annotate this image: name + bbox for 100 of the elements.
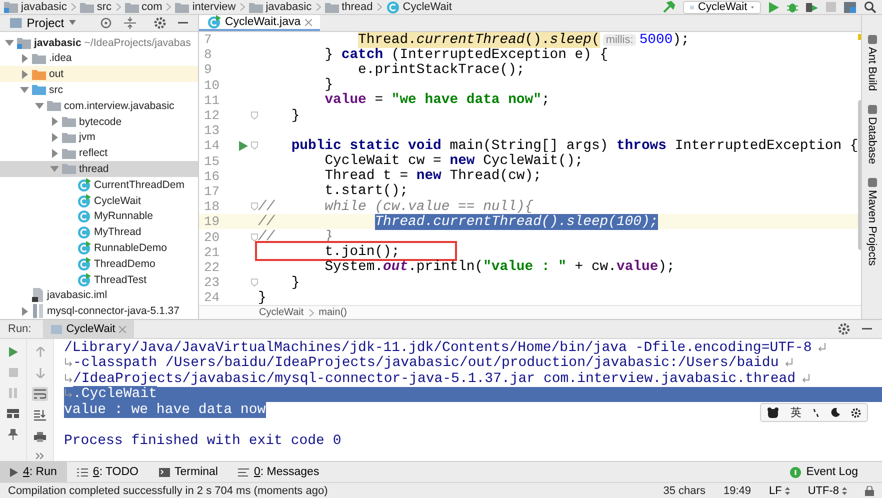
folder-icon — [175, 2, 190, 12]
run-tab[interactable]: CycleWait — [43, 320, 134, 338]
collapse-all-icon[interactable] — [124, 16, 136, 29]
tool-window-button[interactable]: Ant Build — [866, 35, 878, 92]
collapsed-arrow-icon[interactable] — [50, 132, 59, 142]
bug-icon[interactable] — [787, 2, 798, 12]
input-mode-label[interactable]: 英 — [790, 405, 802, 420]
breadcrumb-item[interactable]: src — [96, 1, 112, 13]
lock-icon[interactable] — [865, 486, 874, 496]
collapsed-arrow-icon[interactable] — [50, 117, 59, 126]
tree-item[interactable]: MyRunnable — [0, 208, 198, 224]
search-icon[interactable] — [864, 1, 876, 13]
chevron-icon — [70, 3, 76, 11]
line-number: 10 — [203, 78, 221, 93]
runnable-class-icon — [77, 272, 91, 286]
layout-button[interactable] — [5, 407, 21, 420]
chevron-icon — [166, 3, 172, 11]
settings-icon[interactable] — [851, 408, 862, 418]
breadcrumb-item[interactable]: main() — [318, 307, 347, 318]
fold-icon[interactable] — [251, 141, 258, 150]
tree-item[interactable]: com.interview.javabasic — [0, 98, 198, 114]
fold-icon[interactable] — [251, 202, 258, 212]
expanded-arrow-icon[interactable] — [5, 38, 14, 48]
settings-icon[interactable] — [838, 323, 850, 335]
tree-item[interactable]: out — [0, 66, 198, 82]
run-configuration-dropdown[interactable]: CycleWait — [683, 0, 761, 14]
expanded-arrow-icon[interactable] — [20, 85, 29, 94]
hammer-icon[interactable] — [663, 1, 675, 13]
breadcrumb-item[interactable]: thread — [342, 1, 373, 13]
encoding-dropdown[interactable]: UTF-8 — [808, 485, 847, 497]
breadcrumb-item[interactable]: javabasic — [21, 1, 67, 13]
punctuation-icon[interactable] — [812, 408, 819, 416]
caret-position[interactable]: 19:49 — [723, 485, 751, 497]
coverage-icon[interactable] — [806, 2, 818, 12]
tool-window-button[interactable]: 6: TODO — [66, 462, 149, 482]
runnable-class-icon — [207, 15, 221, 29]
expanded-arrow-icon[interactable] — [35, 101, 44, 110]
breadcrumb-item[interactable]: com — [142, 1, 162, 13]
scroll-to-end-button[interactable] — [32, 408, 48, 423]
tree-item[interactable]: javabasic ~/IdeaProjects/javabas — [0, 34, 198, 50]
settings-icon[interactable] — [154, 16, 166, 29]
minimize-icon[interactable] — [862, 328, 872, 330]
tree-item[interactable]: src — [0, 82, 198, 98]
tree-item[interactable]: RunnableDemo — [0, 240, 198, 256]
run-icon[interactable] — [239, 140, 248, 151]
pin-button[interactable] — [6, 427, 20, 442]
minimize-icon[interactable] — [178, 22, 188, 24]
fold-icon[interactable] — [251, 232, 258, 242]
tree-item[interactable]: mysql-connector-java-5.1.37 — [0, 303, 198, 319]
print-button[interactable] — [32, 430, 48, 444]
breadcrumb-item[interactable]: interview — [192, 1, 236, 13]
rerun-button[interactable] — [6, 345, 20, 359]
console-line: /IdeaProjects/javabasic/mysql-connector-java-5.1.37.jar com.interview.javabasic.thread — [73, 370, 796, 387]
soft-wrap-button[interactable] — [32, 387, 48, 401]
tree-item[interactable]: ThreadDemo — [0, 256, 198, 272]
tree-item[interactable]: bytecode — [0, 114, 198, 130]
breadcrumb-item[interactable]: javabasic — [266, 1, 312, 13]
breadcrumb-item[interactable]: CycleWait — [259, 307, 304, 318]
fold-icon[interactable] — [251, 278, 258, 288]
tree-item[interactable]: reflect — [0, 145, 198, 162]
up-arrow-button[interactable] — [34, 345, 46, 359]
tree-item[interactable]: MyThread — [0, 224, 198, 240]
tree-item-label: reflect — [79, 147, 108, 160]
collapsed-arrow-icon[interactable] — [50, 148, 59, 158]
tool-window-button[interactable]: Database — [866, 105, 878, 164]
messages-icon — [238, 468, 249, 476]
tool-window-button[interactable]: 0: Messages — [228, 462, 330, 482]
line-separator-dropdown[interactable]: LF — [768, 485, 790, 497]
bear-icon[interactable] — [766, 407, 779, 418]
breadcrumb-item[interactable]: CycleWait — [402, 1, 452, 13]
close-icon[interactable] — [119, 326, 126, 332]
tree-item[interactable]: jvm — [0, 129, 198, 146]
tree-item-label: thread — [79, 162, 109, 175]
runnable-class-icon — [77, 240, 91, 255]
more-button[interactable] — [34, 451, 46, 461]
tree-item[interactable]: ThreadTest — [0, 272, 198, 288]
fold-icon[interactable] — [251, 111, 258, 120]
run-icon[interactable] — [769, 2, 779, 12]
tree-item[interactable]: CycleWait — [0, 192, 198, 208]
locate-icon[interactable] — [100, 16, 112, 29]
folder-icon — [62, 132, 76, 143]
event-log-button[interactable]: Event Log — [780, 462, 868, 482]
code-line: value = "we have data now"; — [324, 92, 550, 108]
tool-window-button[interactable]: Terminal — [148, 462, 228, 482]
tree-item[interactable]: CurrentThreadDem — [0, 176, 198, 193]
collapsed-arrow-icon[interactable] — [20, 70, 29, 79]
collapsed-arrow-icon[interactable] — [20, 306, 29, 316]
moon-icon[interactable] — [830, 408, 840, 417]
close-icon[interactable] — [304, 18, 312, 26]
editor-tab[interactable]: CycleWait.java — [199, 15, 320, 31]
tree-item[interactable]: javabasic.iml — [0, 287, 198, 304]
tree-item[interactable]: thread — [0, 161, 198, 177]
collapsed-arrow-icon[interactable] — [20, 54, 29, 63]
project-structure-icon[interactable] — [844, 2, 856, 12]
line-number: 17 — [203, 184, 221, 199]
tool-window-button[interactable]: Maven Projects — [866, 178, 878, 266]
down-arrow-button[interactable] — [34, 366, 46, 380]
expanded-arrow-icon[interactable] — [50, 164, 59, 174]
tree-item[interactable]: .idea — [0, 50, 198, 66]
tool-window-button[interactable]: 4: Run — [0, 462, 67, 482]
